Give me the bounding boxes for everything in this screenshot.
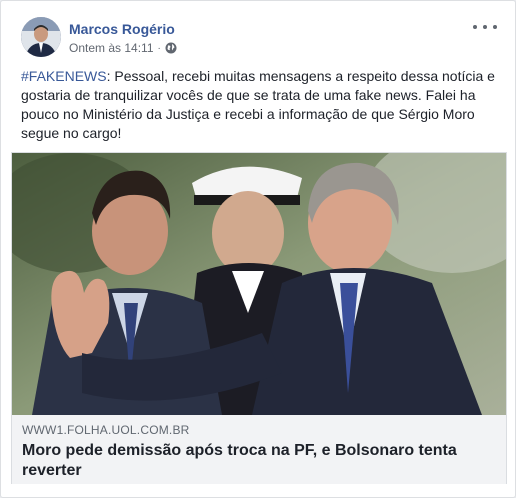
globe-icon[interactable] [165,42,177,54]
post-card: Marcos Rogério Ontem às 14:11 · #FAKENEW… [0,0,516,498]
avatar[interactable] [21,17,61,57]
more-options-icon[interactable] [473,19,497,35]
post-meta: Ontem às 14:11 · [69,41,177,55]
post-header: Marcos Rogério Ontem às 14:11 · [21,15,503,61]
post-text: #FAKENEWS: Pessoal, recebi muitas mensag… [21,67,505,143]
hashtag-link[interactable]: #FAKENEWS [21,68,107,84]
avatar-image [21,17,61,57]
link-domain: WWW1.FOLHA.UOL.COM.BR [22,423,190,437]
link-info[interactable]: WWW1.FOLHA.UOL.COM.BR Moro pede demissão… [12,415,506,484]
meta-separator: · [157,42,161,54]
timestamp[interactable]: Ontem às 14:11 [69,41,154,55]
link-preview-image[interactable] [12,153,506,415]
link-preview[interactable]: WWW1.FOLHA.UOL.COM.BR Moro pede demissão… [11,152,507,484]
link-title[interactable]: Moro pede demissão após troca na PF, e B… [22,441,496,481]
author-name[interactable]: Marcos Rogério [69,21,175,37]
